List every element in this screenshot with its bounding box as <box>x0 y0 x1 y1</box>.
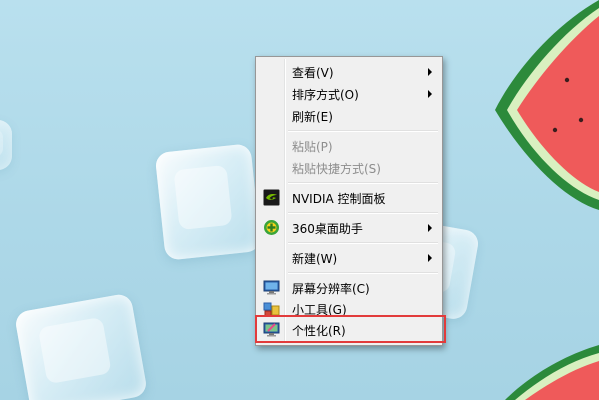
menu-item-label: 排序方式(O) <box>292 88 359 102</box>
desktop-context-menu: 查看(V) 排序方式(O) 刷新(E) 粘贴(P) 粘贴快捷方式(S) NVID… <box>255 56 443 346</box>
menu-item-nvidia-control-panel[interactable]: NVIDIA 控制面板 <box>259 187 439 208</box>
menu-item-new[interactable]: 新建(W) <box>259 247 439 268</box>
menu-item-label: 新建(W) <box>292 252 338 266</box>
ice-cube <box>0 120 12 170</box>
submenu-arrow-icon <box>428 90 432 98</box>
submenu-arrow-icon <box>428 68 432 76</box>
menu-item-paste[interactable]: 粘贴(P) <box>259 135 439 156</box>
menu-separator <box>288 242 438 244</box>
menu-separator <box>288 130 438 132</box>
menu-item-label: 查看(V) <box>292 66 334 80</box>
menu-item-label: 粘贴快捷方式(S) <box>292 162 381 176</box>
submenu-arrow-icon <box>428 224 432 232</box>
screen-resolution-icon <box>263 280 280 295</box>
watermelon-slice <box>505 345 599 400</box>
menu-separator <box>288 182 438 184</box>
menu-item-label: NVIDIA 控制面板 <box>292 192 386 206</box>
menu-item-label: 刷新(E) <box>292 110 333 124</box>
menu-item-label: 粘贴(P) <box>292 140 333 154</box>
menu-separator <box>288 272 438 274</box>
submenu-arrow-icon <box>428 254 432 262</box>
menu-item-label: 屏幕分辨率(C) <box>292 282 370 296</box>
watermelon-slice <box>495 0 599 210</box>
menu-item-refresh[interactable]: 刷新(E) <box>259 105 439 126</box>
menu-item-screen-resolution[interactable]: 屏幕分辨率(C) <box>259 277 439 298</box>
menu-item-label: 360桌面助手 <box>292 222 363 236</box>
nvidia-icon <box>263 189 280 206</box>
menu-item-view[interactable]: 查看(V) <box>259 61 439 82</box>
personalize-highlight-box <box>255 315 446 343</box>
menu-item-360-desktop-assistant[interactable]: 360桌面助手 <box>259 217 439 238</box>
menu-separator <box>288 212 438 214</box>
menu-item-sort-by[interactable]: 排序方式(O) <box>259 83 439 104</box>
360-icon <box>264 220 279 235</box>
menu-item-paste-shortcut[interactable]: 粘贴快捷方式(S) <box>259 157 439 178</box>
ice-cube <box>13 292 149 400</box>
ice-cube <box>154 143 262 261</box>
